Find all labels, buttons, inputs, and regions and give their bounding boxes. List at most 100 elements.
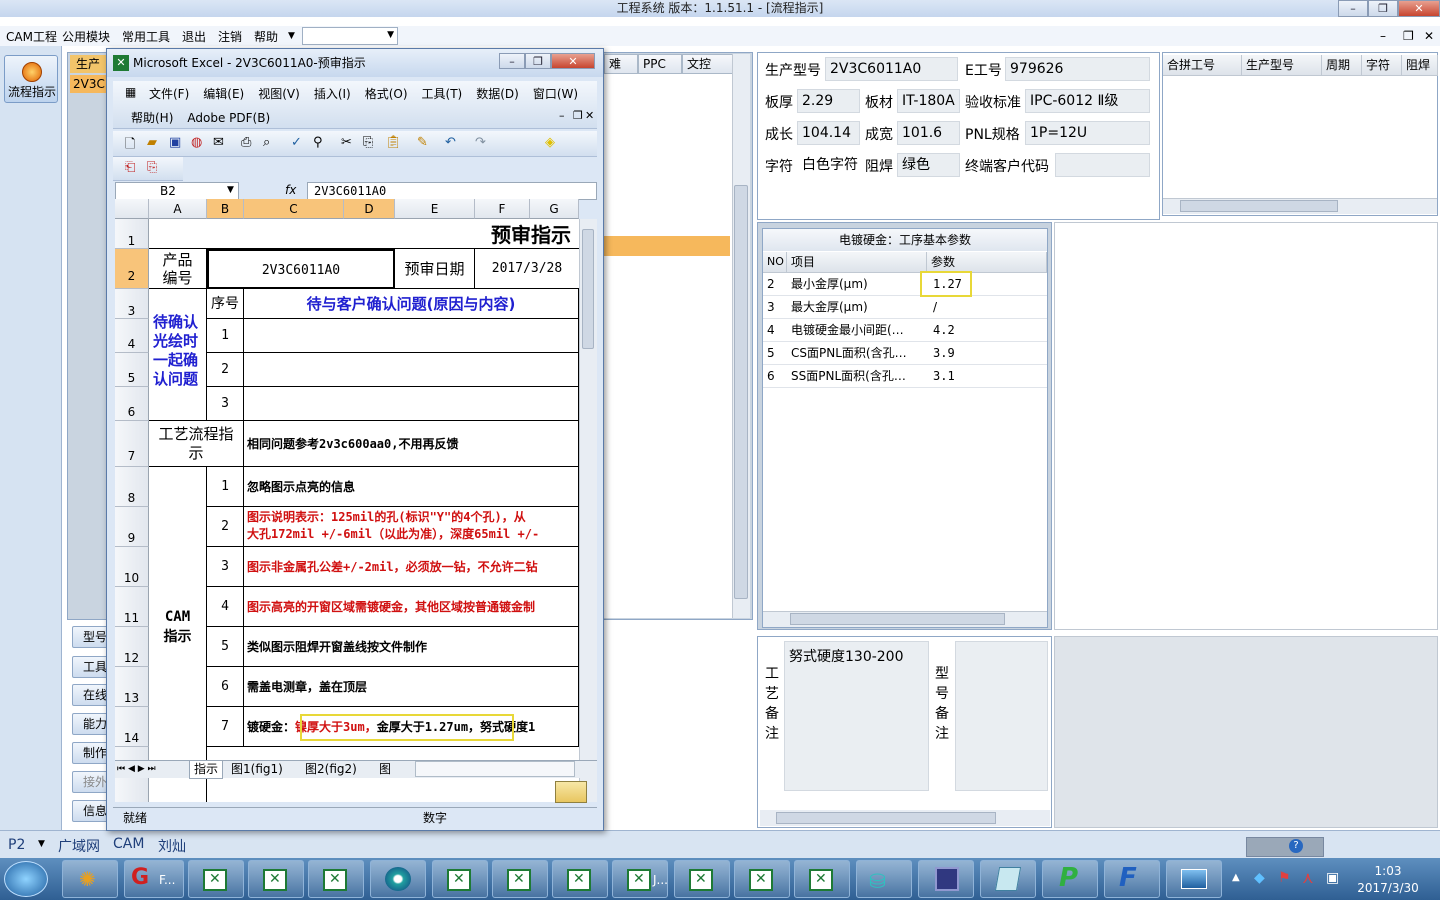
product-no-label[interactable]: 产品编号 — [149, 249, 207, 289]
save-icon[interactable]: ▣ — [169, 135, 181, 150]
language-bar[interactable]: ? — [1246, 837, 1324, 857]
redo-icon[interactable]: ↷ — [475, 135, 486, 150]
email-icon[interactable]: ✉ — [213, 135, 224, 150]
excel-restore-icon[interactable]: ❐ — [525, 53, 551, 69]
paste-icon[interactable]: 📋︎ — [385, 135, 402, 150]
col-header-e[interactable]: E — [395, 199, 475, 219]
page-dropdown-icon[interactable]: ▼ — [38, 839, 45, 849]
taskbar-app-icon[interactable]: ✺ — [62, 860, 118, 898]
taskbar-x-app-icon[interactable] — [432, 860, 488, 898]
menu-cam[interactable]: CAM工程 — [6, 28, 57, 45]
menu-format[interactable]: 格式(O) — [365, 87, 408, 101]
cam-item-text[interactable]: 图示说明表示：125mil的孔(标识"Y"的4个孔)，从 大孔172mil +/-… — [244, 507, 579, 547]
mdi-minimize-icon[interactable]: – — [1380, 29, 1386, 43]
field-acceptance-standard[interactable]: IPC-6012 Ⅱ级 — [1025, 89, 1150, 113]
print-preview-icon[interactable]: ⌕ — [263, 135, 270, 150]
name-box-dropdown-icon[interactable]: ▼ — [227, 185, 234, 195]
cam-item-no[interactable]: 1 — [207, 467, 244, 507]
cam-item-text[interactable]: 忽略图示点亮的信息 — [244, 467, 579, 507]
list-header-model[interactable]: 生产型 — [70, 55, 110, 89]
drawing-icon[interactable] — [555, 781, 587, 803]
row-header[interactable]: 5 — [115, 353, 149, 387]
sheet-tab-fig1[interactable]: 图1(fig1) — [231, 761, 283, 778]
menu-window[interactable]: 窗口(W) — [533, 87, 578, 101]
spelling-icon[interactable]: ✓ — [291, 135, 302, 150]
menu-edit[interactable]: 编辑(E) — [203, 87, 244, 101]
menu-view[interactable]: 视图(V) — [258, 87, 300, 101]
excel-doc-restore-icon[interactable]: ❐ — [573, 109, 583, 122]
mdi-restore-icon[interactable]: ❐ — [1403, 29, 1414, 43]
field-character[interactable]: 白色字符 — [797, 153, 860, 177]
cam-item-text[interactable]: 图示非金属孔公差+/-2mil，必须放一钻，不允许二钻 — [244, 547, 579, 587]
taskbar-cd-icon[interactable] — [370, 860, 426, 898]
menu-combo[interactable]: ▼ — [302, 27, 398, 45]
tray-expand-icon[interactable]: ▲ — [1232, 872, 1240, 883]
param-row-value[interactable]: / — [927, 296, 1047, 319]
field-width[interactable]: 101.6 — [897, 121, 960, 145]
col-header-a[interactable]: A — [149, 199, 207, 219]
taskbar-network-icon[interactable]: ⛁ — [856, 860, 912, 898]
confirm-cell[interactable] — [244, 319, 579, 353]
seq-label[interactable]: 序号 — [207, 289, 244, 319]
middle-selected-row[interactable] — [604, 236, 730, 256]
select-all-corner[interactable] — [115, 199, 149, 219]
field-pnl-spec[interactable]: 1P=12U — [1025, 121, 1150, 145]
fill-color-icon[interactable]: ◈ — [545, 135, 555, 150]
help-icon[interactable]: ? — [1289, 839, 1303, 853]
field-solder-mask[interactable]: 绿色 — [897, 153, 960, 177]
param-row-value[interactable]: 4.2 — [927, 319, 1047, 342]
menu-common-tools[interactable]: 常用工具 — [122, 28, 170, 45]
param-header-item[interactable]: 项目 — [787, 252, 927, 273]
product-no-cell[interactable]: 2V3C6011A0 — [207, 249, 395, 289]
taskbar-x-app-icon[interactable] — [794, 860, 850, 898]
tray-flag-icon[interactable]: ⚑ — [1278, 870, 1291, 886]
start-button-icon[interactable] — [4, 861, 48, 897]
menu-dropdown-icon[interactable]: ▼ — [288, 31, 295, 41]
row-header[interactable]: 2 — [115, 249, 149, 289]
cam-item-no[interactable]: 6 — [207, 667, 244, 707]
formula-bar[interactable]: 2V3C6011A0 — [307, 182, 597, 200]
page-indicator[interactable]: P2 — [8, 837, 25, 853]
mdi-close-icon[interactable]: ✕ — [1424, 29, 1434, 43]
menu-data[interactable]: 数据(D) — [476, 87, 519, 101]
row-header[interactable]: 8 — [115, 467, 149, 507]
merge-header-model[interactable]: 生产型号 — [1242, 55, 1322, 76]
menu-public-module[interactable]: 公用模块 — [62, 28, 110, 45]
name-box[interactable]: B2 — [115, 182, 239, 200]
menu-tools[interactable]: 工具(T) — [422, 87, 463, 101]
review-date-cell[interactable]: 2017/3/28 — [475, 249, 579, 289]
open-icon[interactable]: ▰ — [147, 135, 157, 150]
row-header[interactable]: 6 — [115, 387, 149, 421]
cam-item-no[interactable]: 7 — [207, 707, 244, 747]
close-icon[interactable]: ✕ — [1398, 0, 1440, 17]
taskbar-excel-icon[interactable] — [308, 860, 364, 898]
sheet-tab-instructions[interactable]: 指示 — [189, 761, 224, 779]
cam-label[interactable]: CAM指示 — [149, 467, 207, 802]
col-header-b[interactable]: B — [207, 199, 244, 219]
undo-icon[interactable]: ↶ — [445, 135, 456, 150]
tab-nav-icons[interactable]: ⏮ ◀ ▶ ⏭ — [117, 761, 156, 778]
tab-tools[interactable]: 工具 — [72, 656, 108, 678]
new-icon[interactable]: 🗋 — [125, 135, 135, 157]
confirm-group-label[interactable]: 待确认光绘时一起确认问题 — [149, 289, 207, 421]
tab-outsource[interactable]: 接外 — [72, 771, 108, 793]
sheet-vscroll-thumb[interactable] — [582, 229, 594, 349]
tab-model[interactable]: 型号 — [72, 626, 108, 648]
copy-icon[interactable]: ⎘ — [363, 135, 373, 150]
sheet-tab-fig3[interactable]: 图 — [379, 761, 391, 778]
print-icon[interactable]: ⎙ — [241, 135, 251, 150]
excel-doc-close-icon[interactable]: ✕ — [585, 109, 594, 122]
confirm-cell[interactable] — [244, 387, 579, 421]
row-header[interactable]: 7 — [115, 421, 149, 467]
tray-network-icon[interactable]: ▣ — [1326, 870, 1339, 886]
cam-item-text[interactable]: 需盖电测章，盖在顶层 — [244, 667, 579, 707]
param-row-value[interactable]: 3.1 — [927, 365, 1047, 388]
taskbar-x-app-icon[interactable] — [674, 860, 730, 898]
sheet-hscrollbar[interactable] — [415, 761, 575, 777]
cam-item-no[interactable]: 3 — [207, 547, 244, 587]
param-row-value[interactable]: 3.9 — [927, 342, 1047, 365]
cam-item-text[interactable]: 图示高亮的开窗区域需镀硬金，其他区域按普通镀金制 — [244, 587, 579, 627]
row-header[interactable]: 1 — [115, 219, 149, 249]
menu-help[interactable]: 帮助 — [254, 28, 278, 45]
col-header-f[interactable]: F — [475, 199, 530, 219]
